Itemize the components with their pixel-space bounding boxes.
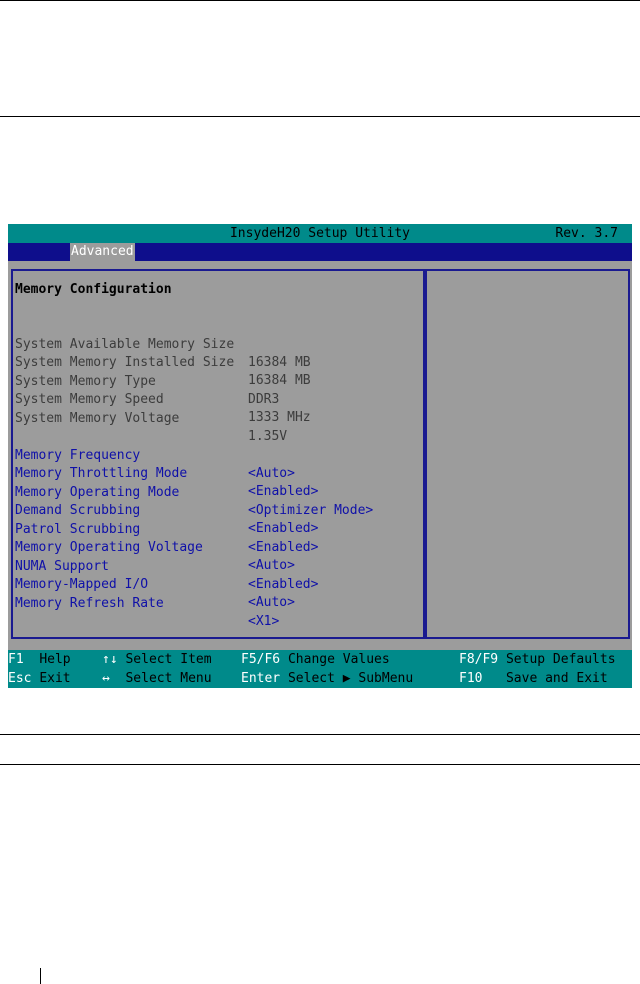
- key-label: F5/F6: [241, 652, 281, 667]
- info-label: System Memory Voltage: [15, 411, 180, 426]
- setting-patrol-scrubbing[interactable]: Patrol Scrubbing <Enabled>: [15, 503, 415, 555]
- key-hint-select-item[interactable]: ↑↓ Select Item: [102, 650, 212, 669]
- key-hint-help[interactable]: F1 Help: [8, 650, 71, 669]
- key-description: Change Values: [287, 652, 390, 667]
- setting-numa-support[interactable]: NUMA Support <Enabled>: [15, 540, 415, 592]
- key-legend-bar: F1 Help ↑↓ Select Item F5/F6 Change Valu…: [8, 650, 632, 688]
- key-description: Exit: [39, 671, 71, 686]
- info-row-installed-memory: System Memory Installed Size 16384 MB: [15, 336, 415, 388]
- setting-memory-operating-voltage[interactable]: Memory Operating Voltage <Auto>: [15, 521, 415, 573]
- key-label: Enter: [241, 671, 281, 686]
- key-hint-change-values[interactable]: F5/F6 Change Values: [241, 650, 390, 669]
- page-margin-mark: [40, 968, 41, 984]
- key-hint-select-menu[interactable]: ↔ Select Menu: [102, 669, 212, 688]
- lower-rule-2: [0, 764, 640, 765]
- item-help-panel: [425, 269, 630, 639]
- key-hint-setup-defaults[interactable]: F8/F9 Setup Defaults: [459, 650, 616, 669]
- setting-label: Memory Refresh Rate: [15, 596, 164, 611]
- key-description: Setup Defaults: [505, 652, 616, 667]
- key-label: F1: [8, 652, 24, 667]
- setting-memory-operating-mode[interactable]: Memory Operating Mode <Optimizer Mode>: [15, 466, 415, 518]
- setting-value[interactable]: <Auto>: [248, 594, 295, 612]
- section-heading: Memory Configuration: [15, 282, 172, 297]
- arrows-left-right-icon: ↔: [102, 671, 110, 686]
- key-description: Select Menu: [125, 671, 212, 686]
- key-label: F10: [459, 671, 483, 686]
- revision-label: Rev. 3.7: [555, 226, 618, 241]
- info-row-memory-type: System Memory Type DDR3: [15, 355, 415, 407]
- info-row-available-memory: System Available Memory Size 16384 MB: [15, 318, 415, 370]
- key-label: F8/F9: [459, 652, 499, 667]
- key-description: Select Item: [125, 652, 212, 667]
- key-hint-exit[interactable]: Esc Exit: [8, 669, 71, 688]
- lower-rule-1: [0, 734, 640, 735]
- info-row-memory-speed: System Memory Speed 1333 MHz: [15, 373, 415, 425]
- info-value: 1333 MHz: [248, 410, 311, 425]
- key-description: Select ▶ SubMenu: [287, 671, 414, 686]
- info-row-memory-voltage: System Memory Voltage 1.35V: [15, 392, 415, 444]
- menu-bar: Advanced: [8, 243, 632, 261]
- key-hint-save-exit[interactable]: F10 Save and Exit: [459, 669, 608, 688]
- setting-memory-frequency[interactable]: Memory Frequency <Auto>: [15, 429, 415, 481]
- setting-memory-refresh-rate[interactable]: Memory Refresh Rate <X1>: [15, 577, 415, 629]
- title-bar: InsydeH20 Setup Utility Rev. 3.7: [8, 224, 632, 243]
- key-hint-enter-submenu[interactable]: Enter Select ▶ SubMenu: [241, 669, 413, 688]
- setting-memory-throttling-mode[interactable]: Memory Throttling Mode <Enabled>: [15, 447, 415, 499]
- setting-memory-mapped-io[interactable]: Memory-Mapped I/O <Auto>: [15, 558, 415, 610]
- key-description: Save and Exit: [505, 671, 608, 686]
- tab-advanced[interactable]: Advanced: [70, 243, 135, 261]
- key-label: Esc: [8, 671, 32, 686]
- utility-title: InsydeH20 Setup Utility: [229, 226, 410, 241]
- header-rule: [0, 116, 640, 117]
- setting-demand-scrubbing[interactable]: Demand Scrubbing <Enabled>: [15, 484, 415, 536]
- key-description: Help: [39, 652, 71, 667]
- setting-value[interactable]: <X1>: [248, 613, 279, 631]
- top-rule: [0, 0, 640, 1]
- arrows-up-down-icon: ↑↓: [102, 652, 118, 667]
- bios-setup-screen: InsydeH20 Setup Utility Rev. 3.7 Advance…: [8, 224, 632, 688]
